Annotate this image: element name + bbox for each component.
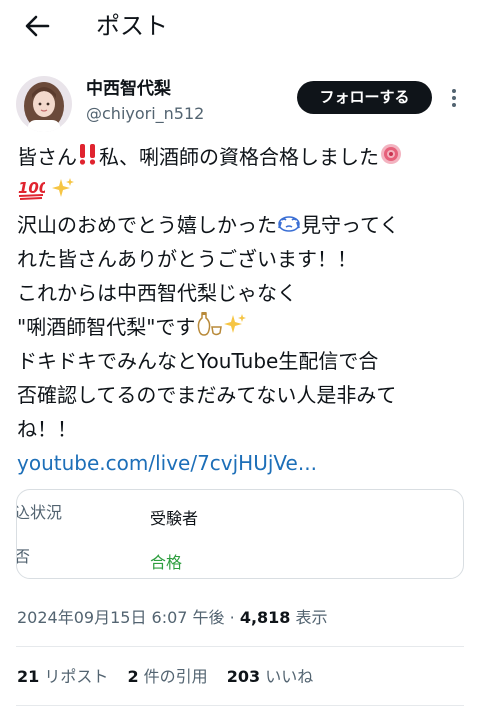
tweet-text-segment: 皆さん: [17, 145, 77, 169]
tweet-line: れた皆さんありがとうございます！！: [17, 247, 357, 271]
tweet-text-segment: 見守ってく: [301, 213, 400, 237]
quotes-label: 件の引用: [138, 667, 208, 686]
sake-bottle-icon: [195, 311, 223, 347]
tweet-meta: 2024年09月15日 6:07 午後 · 4,818 表示: [17, 607, 328, 629]
crying-face-icon: [277, 210, 301, 244]
quotes-count: 2: [127, 667, 139, 686]
double-exclamation-icon: [77, 142, 99, 176]
reposts-label: リポスト: [39, 667, 109, 686]
back-button[interactable]: [22, 10, 54, 42]
top-bar: ポスト: [0, 0, 480, 52]
likes-stat[interactable]: 203 いいね: [227, 667, 314, 686]
sparkles-icon: [223, 312, 247, 346]
tweet-line: これからは中西智代梨じゃなく: [17, 281, 297, 305]
reposts-stat[interactable]: 21 リポスト: [17, 667, 108, 686]
tweet-line: 否確認してるのでまだみてない人是非みて: [17, 383, 397, 407]
views-label: 表示: [290, 608, 328, 627]
page-title: ポスト: [96, 12, 168, 40]
youtube-link[interactable]: youtube.com/live/7cvjHUjVe...: [17, 451, 317, 475]
card-row2-label: 否: [17, 546, 30, 568]
tweet-text: 皆さん私、唎酒師の資格合格しました 100 沢山のおめでとう嬉しかった見守ってく…: [17, 140, 473, 480]
card-row1-value: 受験者: [150, 509, 199, 528]
author-display-name[interactable]: 中西智代梨: [86, 78, 171, 100]
divider: [16, 705, 464, 706]
embedded-card[interactable]: 込状況 受験者 否 合格: [16, 489, 464, 579]
card-row2-value: 合格: [150, 553, 183, 572]
author-handle[interactable]: @chiyori_n512: [86, 103, 204, 125]
likes-count: 203: [226, 667, 261, 686]
avatar[interactable]: [16, 76, 72, 132]
tweet-line: 沢山のおめでとう嬉しかった 見守ってく: [17, 208, 473, 242]
tweet-text-segment: 私、唎酒師の資格合格しました: [99, 145, 379, 169]
avatar-image: [16, 76, 72, 132]
sparkles-icon: [51, 176, 75, 210]
views-count: 4,818: [239, 608, 291, 627]
more-button[interactable]: [446, 86, 462, 110]
reposts-count: 21: [17, 667, 40, 686]
tweet-line: ね！！: [17, 417, 77, 441]
quotes-stat[interactable]: 2 件の引用: [127, 667, 207, 686]
arrow-left-icon: [25, 15, 50, 37]
hundred-points-icon: 100: [17, 176, 49, 210]
divider: [16, 646, 464, 647]
tweet-line: ドキドキでみんなとYouTube生配信で合: [17, 349, 379, 373]
card-row1-label: 込状況: [16, 503, 63, 522]
tweet-datetime[interactable]: 2024年09月15日 6:07 午後 ·: [17, 608, 240, 627]
tweet-line: 皆さん 私、唎酒師の資格合格しました: [17, 140, 473, 174]
follow-button[interactable]: フォローする: [297, 81, 432, 114]
tweet-line: "唎酒師智代梨"です: [17, 310, 473, 344]
tweet-text-segment: 沢山のおめでとう嬉しかった: [17, 213, 277, 237]
tweet-line: youtube.com/live/7cvjHUjVe...: [17, 446, 473, 480]
engagement-stats: 21 リポスト 2 件の引用 203 いいね: [17, 666, 327, 688]
likes-label: いいね: [260, 667, 314, 686]
tweet-line: 100: [17, 174, 473, 208]
rosette-icon: [379, 142, 403, 176]
tweet-text-segment: "唎酒師智代梨"です: [17, 315, 196, 339]
more-vertical-icon: [452, 89, 456, 107]
